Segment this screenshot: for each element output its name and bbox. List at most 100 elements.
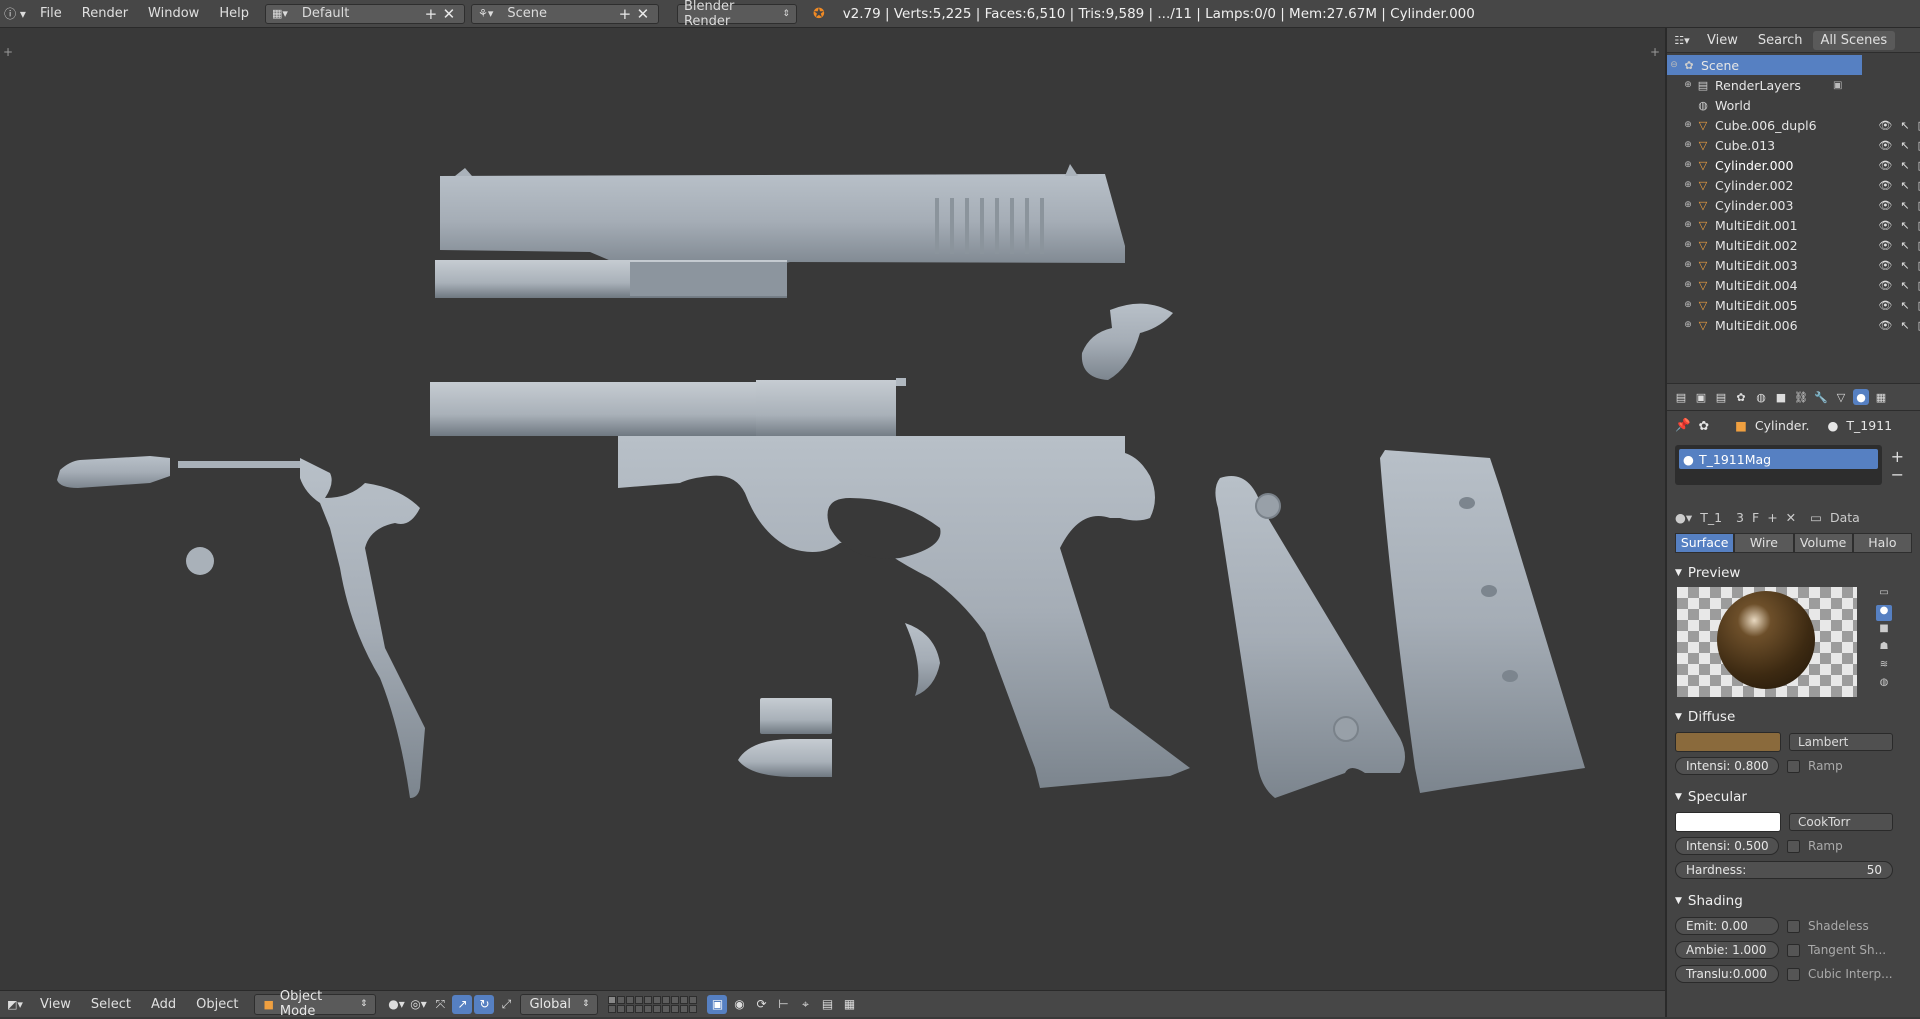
manipulator-toggle-icon[interactable]: ⤧ xyxy=(430,995,450,1014)
remove-slot-icon[interactable]: − xyxy=(1891,465,1904,484)
pistol-slide[interactable] xyxy=(435,164,1125,298)
visibility-eye-icon[interactable]: 👁 xyxy=(1878,179,1892,192)
material-browse-icon[interactable]: ●▾ xyxy=(1675,510,1692,525)
material-slot-list[interactable]: ● T_1911Mag xyxy=(1675,445,1882,485)
snap-element-icon[interactable]: ⊢ xyxy=(773,995,793,1014)
material-tab-icon[interactable]: ● xyxy=(1853,389,1869,405)
expand-icon[interactable]: ⊕ xyxy=(1681,240,1695,250)
tab-halo[interactable]: Halo xyxy=(1852,533,1912,553)
material-name-field[interactable]: T_1 xyxy=(1700,510,1722,525)
diffuse-ramp-checkbox[interactable]: Ramp xyxy=(1787,759,1843,773)
magazine[interactable] xyxy=(1380,450,1585,793)
snap-toggle-icon[interactable]: ⟳ xyxy=(751,995,771,1014)
link-type-label[interactable]: Data xyxy=(1830,510,1860,525)
menu-file[interactable]: File xyxy=(30,6,72,21)
menu-object[interactable]: Object xyxy=(186,997,248,1012)
diffuse-panel-header[interactable]: ▼ Diffuse xyxy=(1675,705,1912,729)
outliner-item-cylinder-000[interactable]: ⊕ ▽ Cylinder.000 👁↖▣ xyxy=(1667,155,1920,175)
menu-window[interactable]: Window xyxy=(138,6,209,21)
expand-icon[interactable]: ⊕ xyxy=(1681,260,1695,270)
proportional-edit-icon[interactable]: ◉ xyxy=(729,995,749,1014)
outliner-item-cylinder-003[interactable]: ⊕ ▽ Cylinder.003 👁↖▣ xyxy=(1667,195,1920,215)
outliner-menu-search[interactable]: Search xyxy=(1748,33,1813,48)
world-tab-icon[interactable]: ◍ xyxy=(1753,389,1769,405)
preview-monkey-icon[interactable]: ☗ xyxy=(1876,641,1892,657)
selectable-cursor-icon[interactable]: ↖ xyxy=(1900,279,1909,292)
pivot-point-icon[interactable]: ◎▾ xyxy=(408,995,428,1014)
scene-layers[interactable] xyxy=(608,995,698,1013)
preview-sky-icon[interactable]: ◍ xyxy=(1876,677,1892,693)
viewport-corner-icon[interactable]: + xyxy=(3,45,13,59)
lock-camera-icon[interactable]: ▣ xyxy=(707,994,728,1014)
scene-tab-icon[interactable]: ✿ xyxy=(1733,389,1749,405)
rotate-manipulator-icon[interactable]: ↻ xyxy=(474,994,495,1014)
close-layout-icon[interactable]: ✕ xyxy=(440,5,458,23)
close-scene-icon[interactable]: ✕ xyxy=(634,5,652,23)
render-engine-selector[interactable]: Blender Render ⇕ xyxy=(676,0,797,29)
3d-viewport[interactable]: + + xyxy=(0,28,1665,990)
selectable-cursor-icon[interactable]: ↖ xyxy=(1900,319,1909,332)
texture-tab-icon[interactable]: ▦ xyxy=(1873,389,1889,405)
selectable-cursor-icon[interactable]: ↖ xyxy=(1900,159,1909,172)
outliner-scene-row[interactable]: ⊖ ✿ Scene xyxy=(1667,55,1862,75)
add-scene-icon[interactable]: + xyxy=(616,5,634,23)
outliner-menu-view[interactable]: View xyxy=(1697,33,1748,48)
outliner-editor-icon[interactable]: ☷▾ xyxy=(1667,34,1697,47)
specular-ramp-checkbox[interactable]: Ramp xyxy=(1787,839,1843,853)
scene-selector[interactable]: ⚘▾ Scene + ✕ xyxy=(470,3,659,24)
specular-panel-header[interactable]: ▼ Specular xyxy=(1675,785,1912,809)
visibility-eye-icon[interactable]: 👁 xyxy=(1878,319,1892,332)
grip-panel-left[interactable] xyxy=(1215,476,1405,798)
selectable-cursor-icon[interactable]: ↖ xyxy=(1900,119,1909,132)
add-slot-icon[interactable]: + xyxy=(1891,447,1904,466)
preview-cube-icon[interactable]: ■ xyxy=(1876,623,1892,639)
render-opengl-icon[interactable]: ▤ xyxy=(817,995,837,1014)
specular-shader-dropdown[interactable]: CookTorr xyxy=(1789,813,1893,831)
cubic-interpolation-checkbox[interactable]: Cubic Interp... xyxy=(1787,967,1893,981)
expand-icon[interactable]: ⊕ xyxy=(1681,180,1695,190)
viewport-scene[interactable]: + + xyxy=(0,28,1665,990)
object-tab-icon[interactable]: ■ xyxy=(1773,389,1789,405)
menu-select[interactable]: Select xyxy=(81,997,141,1012)
outliner-tree[interactable]: ⊖ ✿ Scene ⊕ ▤ RenderLayers ▣ ◍ World ⊕ ▽… xyxy=(1667,53,1920,383)
selectable-cursor-icon[interactable]: ↖ xyxy=(1900,299,1909,312)
outliner-item-cylinder-002[interactable]: ⊕ ▽ Cylinder.002 👁↖▣ xyxy=(1667,175,1920,195)
tab-surface[interactable]: Surface xyxy=(1675,533,1735,553)
diffuse-shader-dropdown[interactable]: Lambert xyxy=(1789,733,1893,751)
tab-volume[interactable]: Volume xyxy=(1793,533,1853,553)
selectable-cursor-icon[interactable]: ↖ xyxy=(1900,259,1909,272)
shadeless-checkbox[interactable]: Shadeless xyxy=(1787,919,1869,933)
scale-manipulator-icon[interactable]: ⤢ xyxy=(496,995,516,1014)
visibility-eye-icon[interactable]: 👁 xyxy=(1878,159,1892,172)
outliner-display-mode[interactable]: All Scenes xyxy=(1812,30,1896,50)
modifiers-tab-icon[interactable]: 🔧 xyxy=(1813,389,1829,405)
preview-sphere-icon[interactable]: ● xyxy=(1876,605,1892,621)
selectable-cursor-icon[interactable]: ↖ xyxy=(1900,179,1909,192)
outliner-item-multiedit-006[interactable]: ⊕ ▽ MultiEdit.006 👁↖▣ xyxy=(1667,315,1920,335)
expand-icon[interactable]: ⊕ xyxy=(1681,80,1695,90)
ambient-field[interactable]: Ambie: 1.000 xyxy=(1675,941,1779,959)
specular-intensity-field[interactable]: Intensi: 0.500 xyxy=(1675,837,1779,855)
data-tab-icon[interactable]: ▽ xyxy=(1833,389,1849,405)
viewport-shading-icon[interactable]: ●▾ xyxy=(386,995,406,1014)
render-layers-tab-icon[interactable]: ▤ xyxy=(1713,389,1729,405)
collapse-icon[interactable]: ⊖ xyxy=(1667,60,1681,70)
expand-icon[interactable]: ⊕ xyxy=(1681,120,1695,130)
material-slot[interactable]: ● T_1911Mag xyxy=(1679,449,1878,469)
expand-icon[interactable]: ⊕ xyxy=(1681,220,1695,230)
outliner-item-multiedit-001[interactable]: ⊕ ▽ MultiEdit.001 👁↖▣ xyxy=(1667,215,1920,235)
shading-panel-header[interactable]: ▼ Shading xyxy=(1675,889,1912,913)
outliner-item-cube-013[interactable]: ⊕ ▽ Cube.013 👁↖▣ xyxy=(1667,135,1920,155)
outliner-item-renderlayers[interactable]: ⊕ ▤ RenderLayers ▣ xyxy=(1667,75,1920,95)
menu-render[interactable]: Render xyxy=(72,6,138,21)
expand-icon[interactable]: ⊕ xyxy=(1681,160,1695,170)
pin-icon[interactable]: 📌 xyxy=(1675,417,1691,433)
outliner-item-world[interactable]: ◍ World xyxy=(1667,95,1920,115)
constraints-tab-icon[interactable]: ⛓ xyxy=(1793,389,1809,405)
new-material-icon[interactable]: + xyxy=(1767,510,1777,525)
visibility-eye-icon[interactable]: 👁 xyxy=(1878,199,1892,212)
expand-icon[interactable]: ⊕ xyxy=(1681,320,1695,330)
visibility-eye-icon[interactable]: 👁 xyxy=(1878,239,1892,252)
outliner-item-multiedit-004[interactable]: ⊕ ▽ MultiEdit.004 👁↖▣ xyxy=(1667,275,1920,295)
expand-icon[interactable]: ⊕ xyxy=(1681,280,1695,290)
